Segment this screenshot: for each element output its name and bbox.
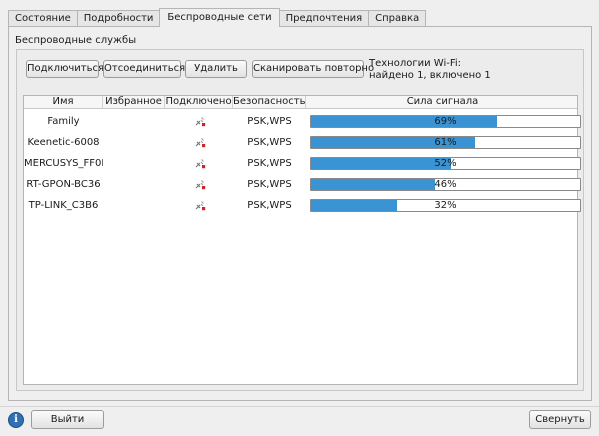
tab-details[interactable]: Подробности [76, 10, 161, 27]
signal-strength-bar: 46% [310, 178, 581, 191]
tab-bar: Состояние Подробности Беспроводные сети … [8, 8, 427, 27]
wifi-info-line2: найдено 1, включено 1 [369, 70, 491, 81]
wifi-info-line1: Технологии Wi-Fi: [369, 58, 462, 69]
tab-help[interactable]: Справка [368, 10, 427, 27]
signal-strength-bar: 32% [310, 199, 581, 212]
rescan-button[interactable]: Сканировать повторно [252, 60, 374, 78]
column-header-favorite[interactable]: Избранное [103, 96, 165, 109]
disconnected-icon [195, 201, 206, 211]
disconnected-icon [195, 138, 206, 148]
table-row[interactable]: Family PSK,WPS 69% [24, 111, 581, 132]
column-header-security[interactable]: Безопасность [233, 96, 306, 109]
signal-strength-label: 46% [434, 179, 457, 190]
network-name: MERCUSYS_FF0E [24, 158, 103, 169]
favorite-cell [103, 174, 165, 195]
security-cell: PSK,WPS [247, 200, 292, 211]
security-cell: PSK,WPS [247, 179, 292, 190]
minimize-button[interactable]: Свернуть [529, 410, 591, 429]
network-name: Keenetic-6008 [27, 137, 100, 148]
table-row[interactable]: TP-LINK_C3B6 PSK,WPS 32% [24, 195, 581, 216]
footer-separator [0, 406, 600, 407]
signal-strength-label: 61% [434, 137, 457, 148]
column-header-connected[interactable]: Подключено [165, 96, 233, 109]
wifi-technologies-info: Технологии Wi-Fi: найдено 1, включено 1 [369, 58, 491, 82]
info-icon[interactable]: i [8, 412, 24, 428]
delete-button[interactable]: Удалить [185, 60, 247, 78]
signal-strength-label: 69% [434, 116, 457, 127]
signal-strength-bar: 52% [310, 157, 581, 170]
security-cell: PSK,WPS [247, 158, 292, 169]
favorite-cell [103, 153, 165, 174]
table-row[interactable]: RT-GPON-BC36 PSK,WPS 46% [24, 174, 581, 195]
security-cell: PSK,WPS [247, 116, 292, 127]
exit-button[interactable]: Выйти [31, 410, 104, 429]
disconnected-icon [195, 159, 206, 169]
tab-wireless[interactable]: Беспроводные сети [159, 8, 280, 27]
signal-strength-bar: 61% [310, 136, 581, 149]
wireless-panel: Беспроводные службы Подключиться Отсоеди… [8, 26, 592, 401]
disconnected-icon [195, 180, 206, 190]
favorite-cell [103, 195, 165, 216]
network-name: TP-LINK_C3B6 [28, 200, 99, 211]
signal-strength-label: 52% [434, 158, 457, 169]
favorite-cell [103, 132, 165, 153]
signal-strength-bar: 69% [310, 115, 581, 128]
section-title: Беспроводные службы [15, 35, 137, 46]
table-row[interactable]: Keenetic-6008 PSK,WPS 61% [24, 132, 581, 153]
favorite-cell [103, 111, 165, 132]
table-header: Имя Избранное Подключено Безопасность Си… [24, 96, 577, 109]
disconnect-button[interactable]: Отсоединиться [103, 60, 185, 78]
column-header-signal[interactable]: Сила сигнала [306, 96, 579, 109]
tab-preferences[interactable]: Предпочтения [278, 10, 370, 27]
security-cell: PSK,WPS [247, 137, 292, 148]
network-name: RT-GPON-BC36 [26, 179, 101, 190]
table-row[interactable]: MERCUSYS_FF0E PSK,WPS 52% [24, 153, 581, 174]
disconnected-icon [195, 117, 206, 127]
tab-status[interactable]: Состояние [8, 10, 78, 27]
connect-button[interactable]: Подключиться [26, 60, 104, 78]
network-name: Family [47, 116, 80, 127]
signal-strength-label: 32% [434, 200, 457, 211]
networks-table: Имя Избранное Подключено Безопасность Си… [23, 95, 581, 385]
column-header-name[interactable]: Имя [24, 96, 103, 109]
wireless-services-group: Подключиться Отсоединиться Удалить Скани… [16, 49, 584, 391]
